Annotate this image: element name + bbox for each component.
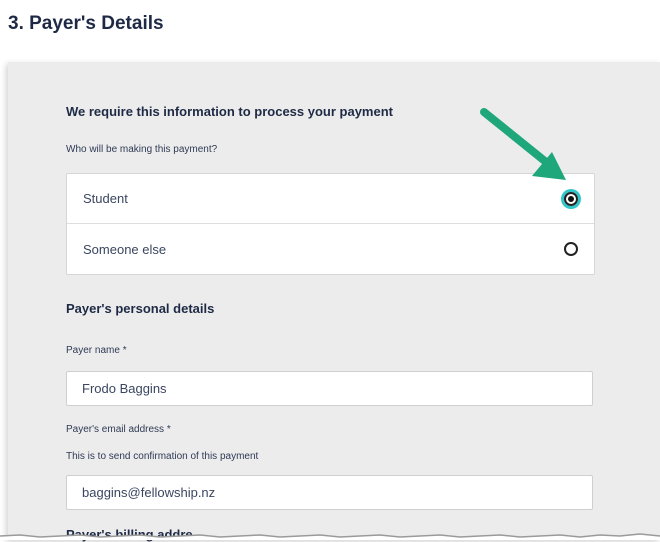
page-title: 3. Payer's Details [8, 13, 164, 34]
annotation-arrow-icon [480, 108, 566, 180]
radio-option-someone-else[interactable]: Someone else [67, 224, 594, 274]
payer-name-label: Payer name * [66, 345, 127, 356]
payment-question-label: Who will be making this payment? [66, 144, 218, 155]
radio-label-someone-else: Someone else [83, 241, 167, 257]
payer-email-label: Payer's email address * [66, 424, 171, 435]
page-header: 3. Payer's Details [0, 0, 660, 62]
payer-name-input[interactable] [66, 371, 593, 406]
payer-email-hint: This is to send confirmation of this pay… [66, 451, 259, 462]
torn-paper-edge [0, 533, 660, 540]
radio-unchecked-icon[interactable] [564, 242, 578, 256]
personal-details-heading: Payer's personal details [66, 301, 215, 316]
radio-label-student: Student [83, 191, 128, 206]
intro-heading: We require this information to process y… [66, 104, 393, 119]
